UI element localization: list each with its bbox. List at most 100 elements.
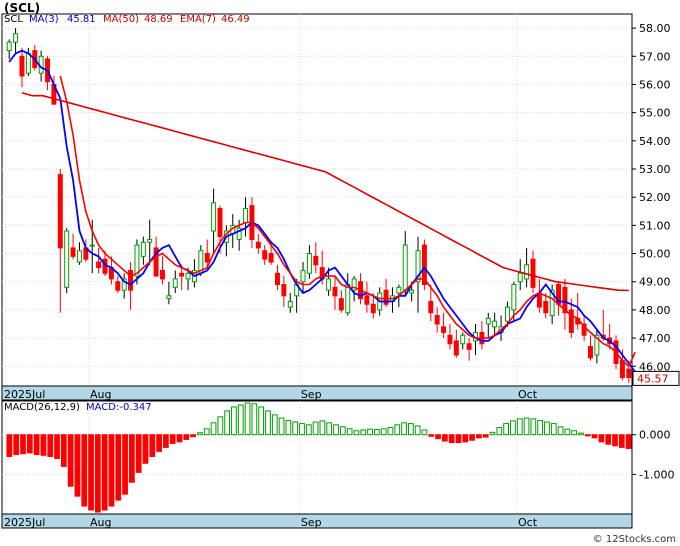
copyright-footer: © 12Stocks.com [592, 534, 676, 545]
chart-title: (SCL) [4, 1, 41, 15]
macd-bar [285, 419, 292, 436]
candle-body [13, 33, 19, 43]
x-tick-label: Oct [518, 388, 538, 401]
last-price-tag: 45.57 [632, 370, 680, 386]
macd-bar [142, 434, 149, 464]
price-tick-label: 56.00 [639, 78, 671, 91]
macd-bar [367, 428, 373, 436]
candle-body [19, 55, 25, 77]
macd-bar [210, 422, 217, 436]
macd-bar [503, 423, 510, 436]
macd-bar [94, 434, 101, 513]
macd-bar [299, 423, 305, 436]
macd-bar [108, 434, 115, 507]
macd-bar [40, 434, 47, 456]
candle-body [434, 315, 440, 325]
macd-bar [305, 424, 312, 436]
macd-value: MACD:-0.347 [86, 402, 152, 413]
macd-bar [455, 434, 462, 444]
price-axis: 58.00 57.00 56.00 55.00 54.00 53.00 52.00 51.00… [632, 22, 671, 373]
macd-bar [571, 430, 578, 436]
x-tick-label: Oct [518, 516, 538, 529]
macd-bar [169, 434, 176, 444]
macd-bar [115, 434, 122, 501]
candle-body [185, 272, 191, 280]
price-tick-label: 54.00 [639, 135, 671, 148]
macd-bar [414, 425, 421, 436]
macd-bar [550, 423, 557, 436]
macd-bar [149, 434, 156, 458]
macd-bar [482, 434, 489, 438]
macd-bar [176, 434, 183, 443]
candle-body [364, 295, 370, 305]
macd-bar [197, 432, 203, 436]
candle-body [626, 368, 632, 379]
candle-body [25, 52, 31, 74]
candle-body [517, 272, 523, 283]
candle-body [466, 343, 472, 350]
candle-body [530, 258, 536, 288]
macd-bar [435, 434, 441, 440]
candle-body [396, 286, 402, 294]
macd-bar [183, 434, 190, 440]
candle-body [70, 247, 76, 257]
candle-body [524, 264, 530, 280]
macd-bar [428, 434, 435, 437]
macd-bar [401, 422, 407, 436]
macd-bar [360, 429, 367, 436]
candle-body [543, 300, 549, 314]
macd-bar [278, 417, 285, 436]
macd-bar [312, 421, 319, 436]
candle-body [96, 261, 102, 269]
macd-bar [339, 426, 346, 436]
candle-body [281, 284, 287, 297]
macd-bar [523, 417, 530, 436]
macd-axis: 0.000 -1.000 [632, 429, 674, 481]
candle-body [160, 269, 165, 280]
candle-body [243, 207, 249, 224]
macd-bar [489, 431, 496, 436]
price-tick-label: 47.00 [639, 332, 671, 345]
candle-body [211, 202, 217, 232]
candle-body [76, 250, 82, 263]
macd-bar [448, 434, 455, 444]
candle-body [511, 284, 517, 311]
price-panel-frame [1, 13, 633, 387]
macd-bar [496, 427, 503, 436]
ma50-label: MA(50) [103, 14, 139, 25]
candle-body [147, 238, 153, 243]
candle-body [402, 244, 408, 291]
candle-body [179, 272, 185, 277]
macd-tick-label: -1.000 [639, 468, 674, 481]
macd-bar [81, 434, 88, 507]
candle-body [166, 295, 172, 300]
macd-bar [60, 434, 67, 467]
macd-bar [54, 434, 60, 459]
macd-bar [537, 419, 544, 436]
macd-bar [292, 421, 299, 436]
x-tick-label: 2025Jul [4, 388, 45, 401]
macd-bar [190, 434, 197, 438]
candle-body [338, 298, 344, 311]
price-tick-label: 58.00 [639, 22, 671, 35]
candle-body [255, 241, 261, 249]
price-tick-label: 57.00 [639, 50, 671, 63]
candle-body [172, 278, 178, 288]
candle-body [287, 300, 293, 308]
macd-bar [224, 410, 231, 436]
macd-bar [33, 434, 40, 456]
macd-bar [101, 434, 108, 511]
candle-body [262, 250, 268, 260]
price-tick-label: 52.00 [639, 191, 671, 204]
macd-bar [88, 434, 94, 511]
macd-bar [26, 434, 33, 454]
ma50-value: 48.69 [144, 14, 173, 25]
macd-bar [122, 434, 128, 495]
candle-body [268, 253, 274, 263]
candle-body [204, 253, 210, 263]
macd-bar [6, 434, 13, 458]
macd-bar [544, 421, 550, 436]
macd-bar [231, 406, 237, 436]
ma3-label: MA(3) [29, 14, 59, 25]
macd-bar [346, 428, 353, 436]
